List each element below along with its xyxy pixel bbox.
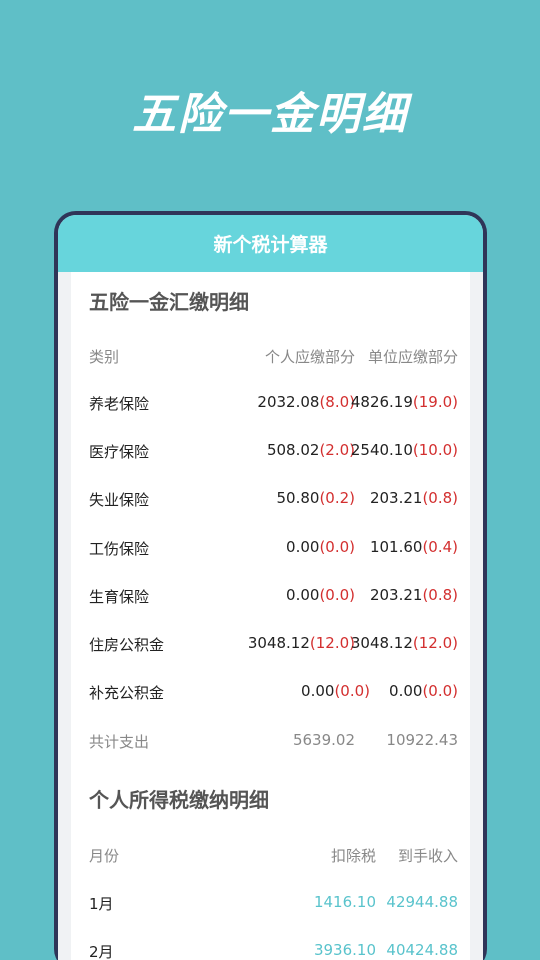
tax-section-title: 个人所得税缴纳明细 — [89, 788, 269, 812]
insurance-row: 补充公积金 0.00(0.0) 0.00(0.0) — [89, 682, 458, 706]
insurance-row: 失业保险 50.80(0.2) 203.21(0.8) — [89, 489, 458, 513]
company-amount: 2540.10(10.0) — [350, 441, 458, 459]
col-month: 月份 — [89, 847, 120, 865]
tax-row: 2月 3936.10 40424.88 — [89, 941, 458, 960]
col-company: 单位应缴部分 — [367, 348, 458, 366]
total-label: 共计支出 — [89, 733, 150, 751]
personal-amount: 0.00(0.0) — [286, 538, 355, 556]
insurance-row: 住房公积金 3048.12(12.0) 3048.12(12.0) — [89, 634, 458, 658]
col-category: 类别 — [89, 348, 120, 366]
personal-amount: 3048.12(12.0) — [247, 634, 355, 652]
row-label: 住房公积金 — [89, 636, 165, 654]
row-label: 工伤保险 — [89, 540, 150, 558]
tax-row: 1月 1416.10 42944.88 — [89, 893, 458, 917]
company-amount: 3048.12(12.0) — [350, 634, 458, 652]
app-screen: 新个税计算器 五险一金汇缴明细 类别 个人应缴部分 单位应缴部分 养老保险 20… — [58, 215, 483, 960]
total-personal: 5639.02 — [292, 731, 355, 749]
total-company: 10922.43 — [386, 731, 458, 749]
row-label: 生育保险 — [89, 588, 150, 606]
insurance-row: 养老保险 2032.08(8.0) 4826.19(19.0) — [89, 393, 458, 417]
company-amount: 0.00(0.0) — [389, 682, 458, 700]
personal-amount: 0.00(0.0) — [301, 682, 370, 700]
col-income: 到手收入 — [397, 847, 458, 865]
row-label: 医疗保险 — [89, 443, 150, 461]
tax-header-row: 月份 扣除税 到手收入 — [89, 845, 458, 869]
app-header: 新个税计算器 — [58, 215, 483, 272]
result-card: 五险一金汇缴明细 类别 个人应缴部分 单位应缴部分 养老保险 2032.08(8… — [71, 272, 470, 960]
tax-amount: 1416.10 — [313, 893, 376, 911]
personal-amount: 50.80(0.2) — [276, 489, 355, 507]
company-amount: 101.60(0.4) — [369, 538, 458, 556]
phone-frame: 新个税计算器 五险一金汇缴明细 类别 个人应缴部分 单位应缴部分 养老保险 20… — [54, 211, 487, 960]
personal-amount: 2032.08(8.0) — [257, 393, 355, 411]
row-label: 养老保险 — [89, 395, 150, 413]
personal-amount: 0.00(0.0) — [286, 586, 355, 604]
insurance-section-title: 五险一金汇缴明细 — [89, 290, 249, 314]
income-amount: 42944.88 — [386, 893, 458, 911]
personal-amount: 508.02(2.0) — [266, 441, 355, 459]
company-amount: 203.21(0.8) — [369, 489, 458, 507]
month-label: 1月 — [89, 895, 114, 913]
col-personal: 个人应缴部分 — [264, 348, 355, 366]
insurance-row: 医疗保险 508.02(2.0) 2540.10(10.0) — [89, 441, 458, 465]
tax-amount: 3936.10 — [313, 941, 376, 959]
month-label: 2月 — [89, 943, 114, 960]
row-label: 补充公积金 — [89, 684, 165, 702]
insurance-total-row: 共计支出 5639.02 10922.43 — [89, 731, 458, 755]
insurance-header-row: 类别 个人应缴部分 单位应缴部分 — [89, 346, 458, 370]
company-amount: 203.21(0.8) — [369, 586, 458, 604]
insurance-row: 工伤保险 0.00(0.0) 101.60(0.4) — [89, 538, 458, 562]
insurance-row: 生育保险 0.00(0.0) 203.21(0.8) — [89, 586, 458, 610]
company-amount: 4826.19(19.0) — [350, 393, 458, 411]
promo-title: 五险一金明细 — [132, 89, 408, 140]
income-amount: 40424.88 — [386, 941, 458, 959]
col-tax: 扣除税 — [330, 847, 376, 865]
row-label: 失业保险 — [89, 491, 150, 509]
